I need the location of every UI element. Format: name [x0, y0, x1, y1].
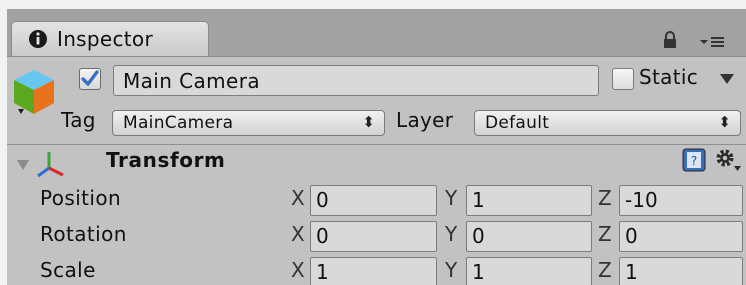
- svg-text:?: ?: [691, 154, 697, 168]
- tab-inspector[interactable]: Inspector: [11, 21, 209, 57]
- name-field[interactable]: Main Camera: [113, 65, 599, 96]
- field-value: 0: [316, 224, 329, 248]
- scale-y-field[interactable]: 1: [466, 257, 592, 285]
- position-z-field[interactable]: -10: [619, 185, 743, 216]
- field-value: 1: [625, 260, 638, 284]
- transform-row-scale: Scale X 1 Y 1 Z 1: [7, 255, 746, 285]
- checkmark-icon: [81, 70, 99, 86]
- transform-axes-icon: [37, 152, 64, 178]
- axis-y-label[interactable]: Y: [445, 222, 457, 246]
- static-checkbox[interactable]: [612, 68, 634, 90]
- name-value: Main Camera: [123, 69, 260, 93]
- inspector-window: Inspector Main Camera Static Tag MainCam…: [7, 9, 746, 285]
- field-value: 1: [316, 260, 329, 284]
- field-value: 0: [316, 188, 329, 212]
- position-y-field[interactable]: 1: [466, 185, 592, 216]
- axis-x-label[interactable]: X: [291, 258, 305, 282]
- tab-bar: Inspector: [7, 9, 746, 57]
- field-value: 0: [625, 224, 638, 248]
- row-label: Scale: [40, 258, 96, 282]
- help-book-icon[interactable]: ?: [682, 148, 706, 172]
- layer-value: Default: [485, 113, 550, 133]
- scale-z-field[interactable]: 1: [619, 257, 743, 285]
- row-label: Position: [40, 186, 122, 210]
- static-label: Static: [639, 65, 698, 89]
- field-value: 0: [472, 224, 485, 248]
- position-x-field[interactable]: 0: [310, 185, 437, 216]
- transform-row-rotation: Rotation X 0 Y 0 Z 0: [7, 219, 746, 253]
- layer-dropdown[interactable]: Default ⬍: [474, 110, 741, 136]
- axis-y-label[interactable]: Y: [445, 258, 457, 282]
- axis-z-label[interactable]: Z: [598, 222, 612, 246]
- transform-component: Transform ? Position X 0 Y 1 Z -10 Rotat…: [7, 144, 746, 285]
- field-value: 1: [472, 260, 485, 284]
- axis-x-label[interactable]: X: [291, 186, 305, 210]
- row-label: Rotation: [40, 222, 127, 246]
- rotation-x-field[interactable]: 0: [310, 221, 437, 252]
- tab-label: Inspector: [57, 27, 153, 51]
- field-value: -10: [625, 188, 658, 212]
- axis-y-label[interactable]: Y: [445, 186, 457, 210]
- foldout-arrow-icon[interactable]: [16, 159, 30, 171]
- gameobject-cube-icon: [14, 70, 54, 114]
- axis-x-label[interactable]: X: [291, 222, 305, 246]
- info-icon: [29, 30, 47, 48]
- tag-label: Tag: [61, 108, 96, 132]
- layer-label: Layer: [396, 108, 454, 132]
- context-menu-icon[interactable]: [699, 35, 725, 49]
- caret-down-icon[interactable]: [719, 73, 735, 85]
- tag-dropdown[interactable]: MainCamera ⬍: [112, 110, 385, 136]
- rotation-y-field[interactable]: 0: [466, 221, 592, 252]
- component-title: Transform: [106, 148, 226, 172]
- axis-z-label[interactable]: Z: [598, 258, 612, 282]
- axis-z-label[interactable]: Z: [598, 186, 612, 210]
- transform-row-position: Position X 0 Y 1 Z -10: [7, 183, 746, 217]
- scale-x-field[interactable]: 1: [310, 257, 437, 285]
- lock-icon[interactable]: [662, 31, 678, 49]
- tag-value: MainCamera: [123, 113, 234, 133]
- rotation-z-field[interactable]: 0: [619, 221, 743, 252]
- gameobject-header: Main Camera Static Tag MainCamera ⬍ Laye…: [7, 56, 746, 144]
- active-checkbox[interactable]: [79, 68, 101, 90]
- updown-arrows-icon: ⬍: [718, 113, 731, 131]
- field-value: 1: [472, 188, 485, 212]
- updown-arrows-icon: ⬍: [362, 113, 375, 131]
- gear-icon[interactable]: [714, 147, 742, 173]
